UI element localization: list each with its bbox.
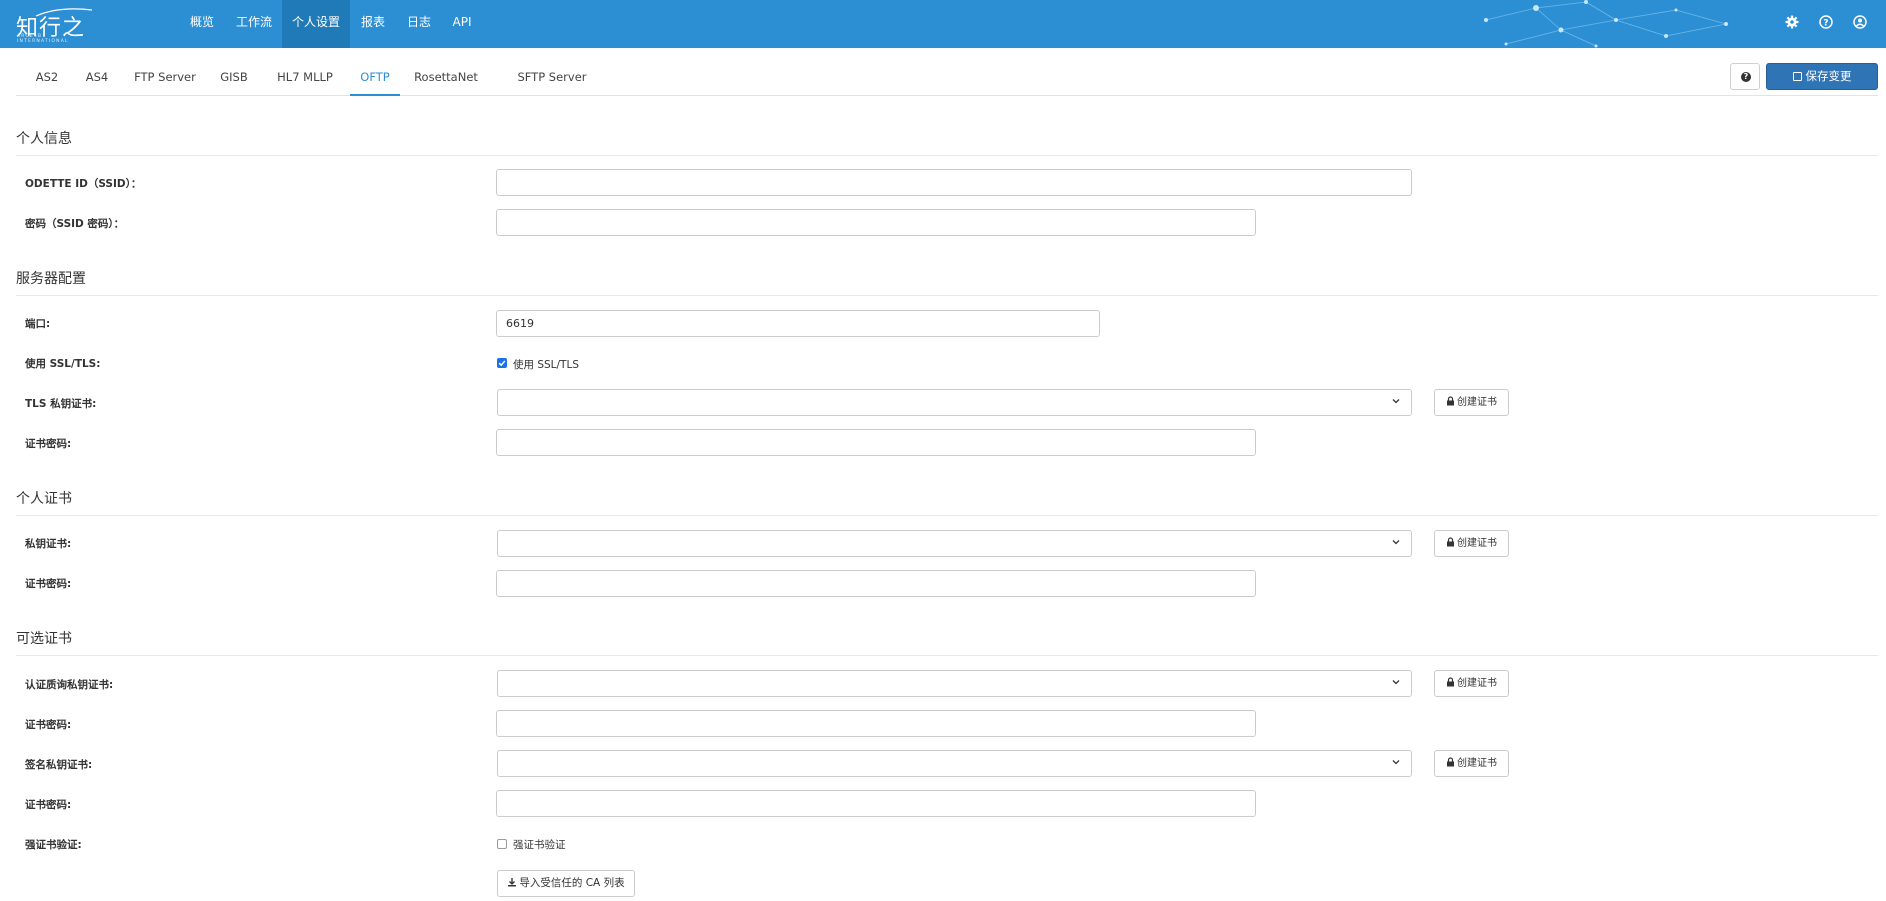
brand-logo[interactable]: 知行之桥 ARCESB INTERNATIONAL (16, 6, 96, 44)
chevron-down-icon (1392, 680, 1400, 685)
tab-hl7-mllp[interactable]: HL7 MLLP (272, 62, 338, 96)
private-cert-password-input[interactable] (496, 570, 1256, 597)
svg-text:?: ? (1823, 19, 1828, 29)
import-ca-list-button[interactable]: 导入受信任的 CA 列表 (497, 870, 635, 897)
odette-id-label: ODETTE ID（SSID）： (25, 178, 142, 190)
auth-cert-select[interactable] (497, 670, 1412, 697)
use-ssl-checkbox-label[interactable]: 使用 SSL/TLS (513, 357, 579, 372)
use-ssl-checkbox[interactable] (497, 358, 507, 368)
chevron-down-icon (1392, 399, 1400, 404)
strong-verify-label: 强证书验证: (25, 839, 82, 851)
use-ssl-label: 使用 SSL/TLS: (25, 358, 101, 370)
tab-rosettanet[interactable]: RosettaNet (412, 62, 480, 96)
create-auth-cert-button[interactable]: 创建证书 (1434, 670, 1509, 697)
brand-subtitle: ARCESB INTERNATIONAL (17, 34, 69, 44)
nav-item-reports[interactable]: 报表 (356, 0, 390, 48)
private-cert-select[interactable] (497, 530, 1412, 557)
page-help-button[interactable]: ? (1730, 63, 1760, 90)
section-title-personal-cert: 个人证书 (16, 488, 1878, 516)
create-private-cert-button[interactable]: 创建证书 (1434, 530, 1509, 557)
section-title-personal-info: 个人信息 (16, 128, 1878, 156)
tab-gisb[interactable]: GISB (216, 62, 252, 96)
create-sign-cert-button[interactable]: 创建证书 (1434, 750, 1509, 777)
nav-item-profile[interactable]: 个人设置 (282, 0, 350, 48)
chevron-down-icon (1392, 760, 1400, 765)
question-icon: ? (1741, 72, 1751, 82)
auth-cert-password-label: 证书密码: (25, 719, 72, 731)
nav-item-overview[interactable]: 概览 (182, 0, 222, 48)
sign-cert-password-input[interactable] (496, 790, 1256, 817)
odette-id-input[interactable] (496, 169, 1412, 196)
sign-cert-password-label: 证书密码: (25, 799, 72, 811)
download-icon (508, 878, 517, 887)
user-icon[interactable] (1851, 13, 1869, 31)
tab-as2[interactable]: AS2 (30, 62, 64, 96)
create-cert-label: 创建证书 (1457, 758, 1497, 769)
tab-ftp-server[interactable]: FTP Server (132, 62, 198, 96)
section-title-server-config: 服务器配置 (16, 268, 1878, 296)
gear-icon[interactable] (1783, 13, 1801, 31)
ssid-password-input[interactable] (496, 209, 1256, 236)
tab-sftp-server[interactable]: SFTP Server (500, 62, 604, 96)
ssid-password-label: 密码（SSID 密码）： (25, 218, 125, 230)
create-cert-label: 创建证书 (1457, 678, 1497, 689)
import-ca-label: 导入受信任的 CA 列表 (519, 877, 625, 889)
network-decoration (1484, 0, 1728, 48)
save-changes-button[interactable]: 保存变更 (1766, 63, 1878, 90)
chevron-down-icon (1392, 540, 1400, 545)
nav-item-workflow[interactable]: 工作流 (232, 0, 276, 48)
nav-item-api[interactable]: API (446, 0, 478, 48)
port-input[interactable]: 6619 (496, 310, 1100, 337)
private-cert-password-label: 证书密码: (25, 578, 72, 590)
lock-icon (1447, 537, 1454, 547)
tls-cert-password-label: 证书密码: (25, 438, 72, 450)
top-navbar: 知行之桥 ARCESB INTERNATIONAL 概览 工作流 个人设置 报表… (0, 0, 1886, 48)
section-title-optional-cert: 可选证书 (16, 628, 1878, 656)
check-icon (498, 360, 506, 367)
lock-icon (1447, 757, 1454, 767)
port-label: 端口: (25, 318, 51, 330)
save-icon (1792, 72, 1802, 81)
lock-icon (1447, 396, 1454, 406)
help-icon[interactable]: ? (1817, 13, 1835, 31)
create-tls-cert-button[interactable]: 创建证书 (1434, 389, 1509, 416)
sign-cert-label: 签名私钥证书: (25, 759, 93, 771)
strong-verify-checkbox[interactable] (497, 839, 507, 849)
auth-cert-password-input[interactable] (496, 710, 1256, 737)
private-cert-label: 私钥证书: (25, 538, 72, 550)
create-cert-label: 创建证书 (1457, 397, 1497, 408)
tab-oftp[interactable]: OFTP (350, 62, 400, 96)
auth-cert-label: 认证质询私钥证书: (25, 679, 114, 691)
protocol-tabs: AS2 AS4 FTP Server GISB HL7 MLLP OFTP Ro… (16, 62, 1878, 96)
tls-cert-label: TLS 私钥证书: (25, 398, 97, 410)
save-changes-label: 保存变更 (1805, 69, 1852, 83)
sign-cert-select[interactable] (497, 750, 1412, 777)
create-cert-label: 创建证书 (1457, 538, 1497, 549)
lock-icon (1447, 677, 1454, 687)
nav-item-logs[interactable]: 日志 (402, 0, 436, 48)
tab-as4[interactable]: AS4 (80, 62, 114, 96)
strong-verify-checkbox-label[interactable]: 强证书验证 (513, 837, 566, 852)
tls-cert-select[interactable] (497, 389, 1412, 416)
tls-cert-password-input[interactable] (496, 429, 1256, 456)
